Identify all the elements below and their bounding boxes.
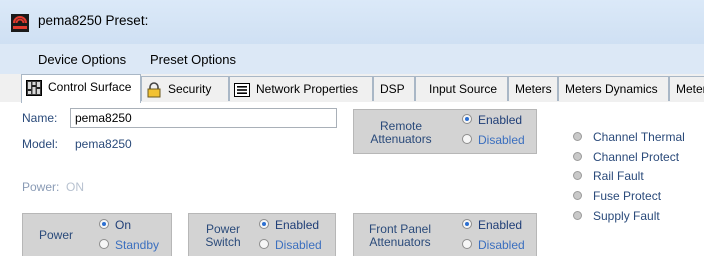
tab-label: Security [168,82,212,96]
group-title-text: Power Switch [205,222,241,249]
indicator-label: Rail Fault [593,169,644,183]
tab-strip: Control Surface Security Network Propert… [0,74,704,103]
front-panel-attenuators-group: Front Panel Attenuators Enabled Disabled [353,213,537,256]
menu-preset-options[interactable]: Preset Options [150,52,236,67]
indicator-led-icon [573,211,582,220]
group-title-text: Remote Attenuators [370,119,432,146]
model-label: Model: [22,137,59,151]
remote-attenuators-title: Remote Attenuators [366,120,436,146]
tab-label: Input Source [429,82,498,96]
control-surface-icon [26,80,42,96]
name-input[interactable] [70,108,337,128]
radio-label: Standby [115,238,160,252]
tab-input-source[interactable]: Input Source [415,76,508,101]
radio-label: On [115,218,132,232]
menu-device-options[interactable]: Device Options [38,52,126,67]
indicator-label: Supply Fault [593,209,660,223]
menu-bar: Device Options Preset Options [0,44,704,74]
remote-attenuators-group: Remote Attenuators Enabled Disabled [353,109,537,154]
power-status-value: ON [66,180,84,194]
indicator-label: Fuse Protect [593,189,662,203]
radio-dot [462,239,472,249]
power-label: Power: [22,180,60,194]
radio-label: Enabled [478,113,523,127]
tab-label: DSP [380,82,405,96]
group-title-text: Power [38,228,73,242]
tab-control-surface[interactable]: Control Surface [21,74,141,103]
window-title: pema8250 Preset: [38,13,149,28]
radio-dot [259,219,269,229]
model-value: pema8250 [75,137,132,151]
indicator-led-icon [573,171,582,180]
radio-dot [259,239,269,249]
network-icon [234,83,250,97]
power-switch-group: Power Switch Enabled Disabled [188,213,336,256]
tab-meters-dynamics[interactable]: Meters Dynamics [558,76,669,101]
indicator-label: Channel Protect [593,150,680,164]
lock-icon [147,82,161,98]
radio-label: Enabled [275,218,320,232]
tab-security[interactable]: Security [141,76,229,101]
indicator-label: Channel Thermal [593,130,685,144]
radio-label: Disabled [275,238,322,252]
tab-label: Meter [676,82,704,96]
radio-dot [99,219,109,229]
radio-label: Enabled [478,218,523,232]
title-bar: pema8250 Preset: [0,0,704,44]
power-group-title: Power [31,229,81,242]
radio-label: Disabled [478,238,525,252]
amplifier-app-icon [11,14,29,32]
power-group: Power On Standby [22,213,172,256]
indicator-led-icon [573,152,582,161]
radio-label: Disabled [478,133,525,147]
front-panel-attenuators-title: Front Panel Attenuators [360,223,440,249]
indicator-led-icon [573,132,582,141]
tab-dsp[interactable]: DSP [373,76,415,101]
tab-label: Network Properties [256,82,359,96]
tab-label: Meters [515,82,552,96]
tab-label: Control Surface [48,80,132,94]
radio-dot [462,114,472,124]
radio-dot [99,239,109,249]
power-switch-title: Power Switch [195,223,251,249]
tab-network-properties[interactable]: Network Properties [229,76,373,101]
name-label: Name: [22,111,58,125]
radio-dot [462,219,472,229]
radio-dot [462,134,472,144]
tab-label: Meters Dynamics [565,82,658,96]
group-title-text: Front Panel Attenuators [368,222,432,249]
indicator-led-icon [573,191,582,200]
tab-meters[interactable]: Meters [508,76,558,101]
tab-meter[interactable]: Meter [669,76,704,101]
